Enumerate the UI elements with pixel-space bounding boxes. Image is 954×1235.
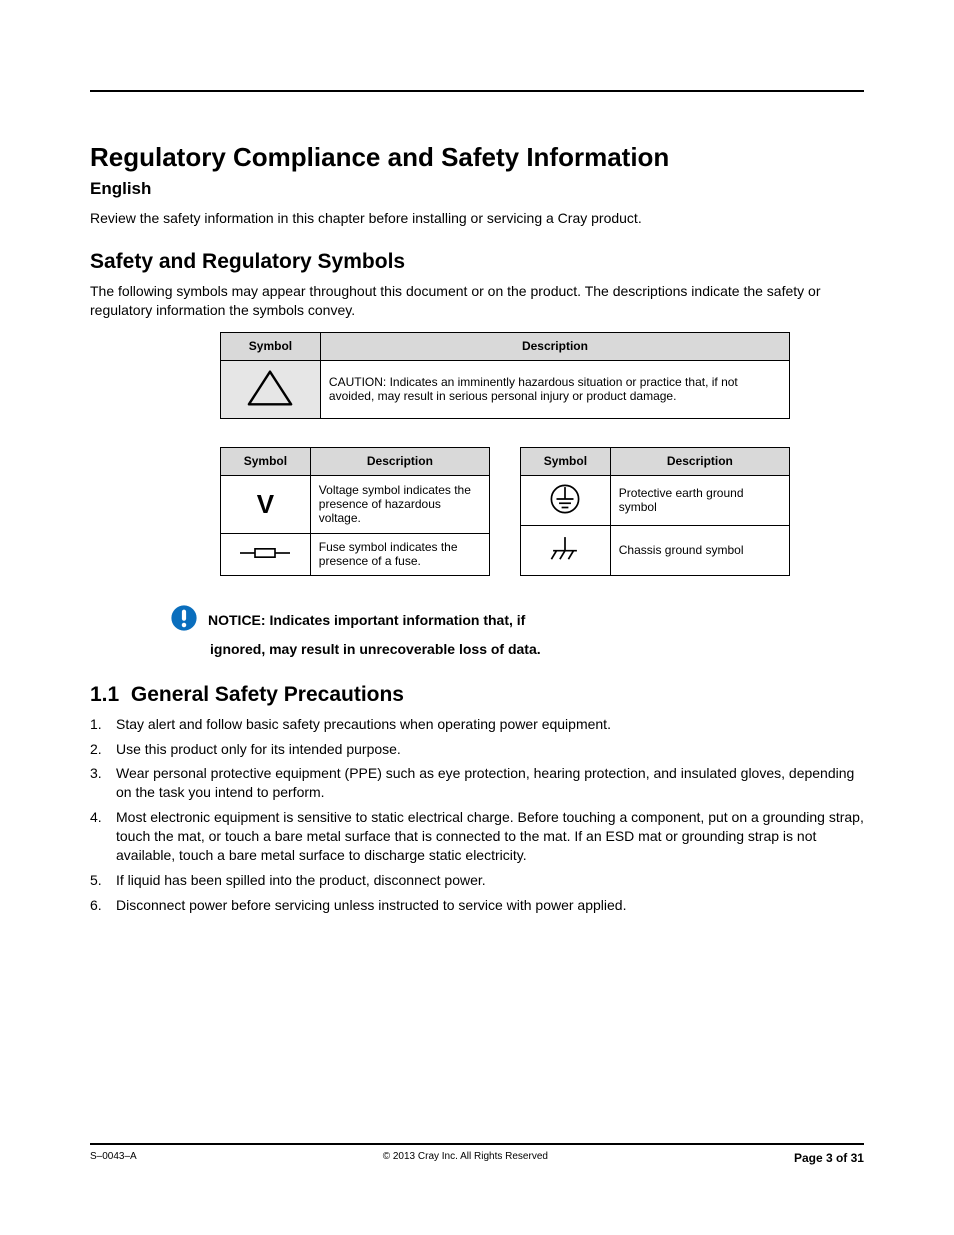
bullet-text: Stay alert and follow basic safety preca… (116, 715, 864, 734)
bullet-item: 3.Wear personal protective equipment (PP… (90, 764, 864, 802)
bullet-text: Wear personal protective equipment (PPE)… (116, 764, 864, 802)
col-header: Symbol (221, 447, 311, 475)
symbol-description: Fuse symbol indicates the presence of a … (310, 533, 489, 575)
page-title: Regulatory Compliance and Safety Informa… (90, 142, 864, 173)
col-header: Description (310, 447, 489, 475)
symbol-description: CAUTION: Indicates an imminently hazardo… (320, 360, 789, 418)
safety-heading: Safety and Regulatory Symbols (90, 250, 864, 274)
notice-exclamation-icon (170, 604, 198, 637)
symbol-description: Chassis ground symbol (610, 525, 789, 575)
section-number: 1.1 (90, 683, 119, 706)
bullet-item: 6.Disconnect power before servicing unle… (90, 896, 864, 915)
language-label: English (90, 179, 864, 199)
caution-triangle-icon (221, 360, 321, 418)
bullet-item: 2.Use this product only for its intended… (90, 740, 864, 759)
section-heading: 1.1 General Safety Precautions (90, 683, 864, 707)
safety-paragraph: The following symbols may appear through… (90, 282, 864, 320)
bullet-item: 5.If liquid has been spilled into the pr… (90, 871, 864, 890)
protective-earth-ground-icon (521, 475, 611, 525)
voltage-icon: V (221, 475, 311, 533)
col-header: Description (610, 447, 789, 475)
bullet-text: Most electronic equipment is sensitive t… (116, 808, 864, 865)
col-header: Description (320, 332, 789, 360)
bullet-item: 4.Most electronic equipment is sensitive… (90, 808, 864, 865)
top-rule (90, 90, 864, 92)
right-symbols-table: Symbol Description Protective earth gro (520, 447, 790, 576)
main-symbols-table: Symbol Description CAUTION: Indicates an… (220, 332, 790, 419)
bullet-item: 1.Stay alert and follow basic safety pre… (90, 715, 864, 734)
col-header: Symbol (221, 332, 321, 360)
chassis-ground-icon (521, 525, 611, 575)
fuse-icon (221, 533, 311, 575)
col-header: Symbol (521, 447, 611, 475)
bullet-text: Disconnect power before servicing unless… (116, 896, 864, 915)
footer-copyright: © 2013 Cray Inc. All Rights Reserved (383, 1151, 548, 1165)
bottom-rule (90, 1143, 864, 1145)
symbol-description: Protective earth ground symbol (610, 475, 789, 525)
footer-page-number: Page 3 of 31 (794, 1151, 864, 1165)
footer-doc-id: S–0043–A (90, 1151, 137, 1165)
bullet-text: If liquid has been spilled into the prod… (116, 871, 864, 890)
intro-paragraph: Review the safety information in this ch… (90, 209, 864, 228)
symbol-description: Voltage symbol indicates the presence of… (310, 475, 489, 533)
bullet-text: Use this product only for its intended p… (116, 740, 864, 759)
section-title: General Safety Precautions (131, 683, 404, 706)
notice-text-line1: NOTICE: Indicates important information … (208, 612, 525, 628)
notice-text-line2: ignored, may result in unrecoverable los… (210, 641, 864, 657)
left-symbols-table: Symbol Description V Voltage symbol indi… (220, 447, 490, 576)
